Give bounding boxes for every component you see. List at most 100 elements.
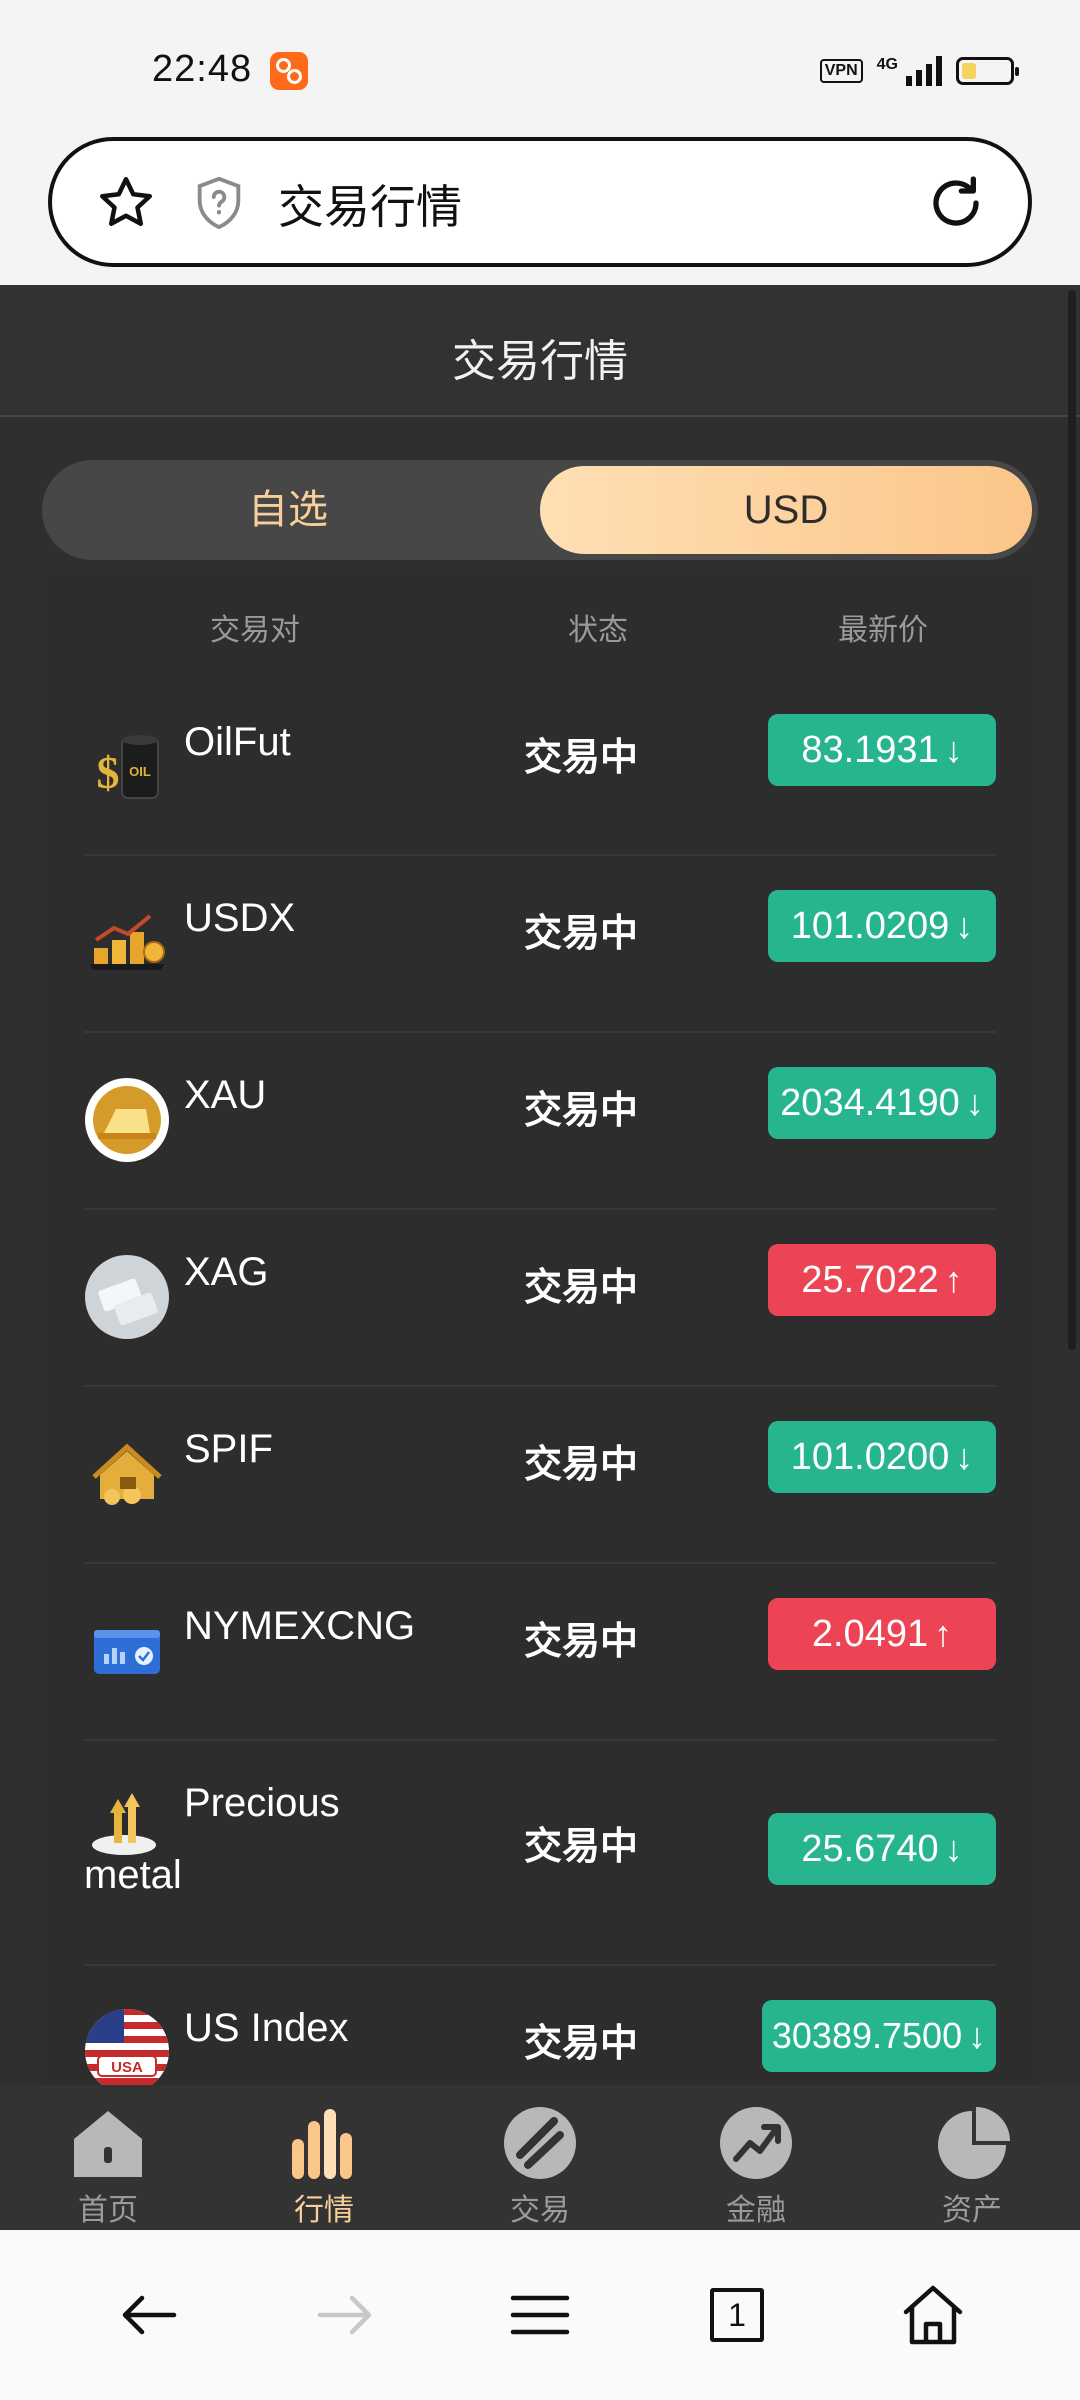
arrow-down-icon: ↓ xyxy=(955,1436,974,1477)
header-price: 最新价 xyxy=(838,614,928,647)
gold-house-icon xyxy=(92,1443,162,1505)
price-badge[interactable]: 25.6740 ↓ xyxy=(768,1813,996,1885)
nav-label: 资产 xyxy=(942,2194,1002,2227)
nav-market[interactable]: 行情 xyxy=(264,2103,384,2229)
tab-favorites[interactable]: 自选 xyxy=(48,466,528,554)
nav-trade[interactable]: 交易 xyxy=(480,2103,600,2229)
nav-label: 首页 xyxy=(78,2194,138,2227)
svg-text:USA: USA xyxy=(111,2059,143,2076)
address-bar[interactable]: 交易行情 xyxy=(48,137,1032,267)
monitor-icon xyxy=(94,1630,160,1674)
pair-status: 交易中 xyxy=(524,1621,639,1663)
price-badge[interactable]: 2.0491 ↑ xyxy=(768,1598,996,1670)
gold-icon xyxy=(85,1078,169,1162)
pair-name: OilFut xyxy=(184,720,291,764)
pair-name-line1: Precious xyxy=(184,1781,340,1825)
pair-name: XAG xyxy=(184,1250,269,1294)
nav-label: 交易 xyxy=(510,2194,570,2227)
browser-toolbar: 交易行情 xyxy=(0,135,1080,285)
signal-icon xyxy=(906,56,942,86)
tab-count: 1 xyxy=(710,2288,764,2342)
market-row[interactable]: NYMEXCNG 交易中 2.0491 ↑ xyxy=(84,1564,996,1741)
coin-stacks-icon xyxy=(90,914,165,970)
home-button-icon[interactable] xyxy=(898,2280,968,2350)
menu-icon[interactable] xyxy=(505,2280,575,2350)
forward-icon[interactable] xyxy=(310,2280,380,2350)
market-row[interactable]: Precious metal 交易中 25.6740 ↓ xyxy=(84,1741,996,1966)
oil-barrel-icon: OIL $ xyxy=(97,735,159,799)
market-bars-icon xyxy=(292,2109,352,2179)
price-value: 25.6740 xyxy=(801,1828,939,1870)
market-row[interactable]: SPIF 交易中 101.0200 ↓ xyxy=(84,1387,996,1564)
usa-flag-icon: USA xyxy=(85,2009,169,2085)
price-badge[interactable]: 2034.4190 ↓ xyxy=(768,1067,996,1139)
market-row[interactable]: OIL $ OilFut 交易中 83.1931 ↓ xyxy=(84,680,996,856)
status-indicators: VPN 4G xyxy=(819,56,1019,86)
market-row[interactable]: USDX 交易中 101.0209 ↓ xyxy=(84,856,996,1033)
price-badge[interactable]: 25.7022 ↑ xyxy=(768,1244,996,1316)
nav-finance[interactable]: 金融 xyxy=(696,2103,816,2229)
pair-name: US Index xyxy=(184,2006,349,2050)
arrow-down-icon: ↓ xyxy=(944,1828,963,1869)
price-value: 83.1931 xyxy=(801,729,939,771)
price-value: 2034.4190 xyxy=(780,1082,960,1124)
market-row[interactable]: XAG 交易中 25.7022 ↑ xyxy=(84,1210,996,1387)
price-value: 2.0491 xyxy=(811,1613,929,1655)
pair-name: NYMEXCNG xyxy=(184,1604,416,1648)
price-badge[interactable]: 83.1931 ↓ xyxy=(768,714,996,786)
nav-label: 金融 xyxy=(726,2194,786,2227)
svg-text:OIL: OIL xyxy=(129,764,151,779)
home-icon xyxy=(74,2111,142,2177)
tabs-button[interactable]: 1 xyxy=(702,2280,772,2350)
vpn-icon: VPN xyxy=(819,59,863,83)
page-header: 交易行情 xyxy=(0,285,1080,417)
pair-name: USDX xyxy=(184,896,296,940)
battery-icon xyxy=(956,57,1019,85)
back-icon[interactable] xyxy=(114,2280,184,2350)
price-value: 25.7022 xyxy=(801,1259,939,1301)
status-bar: 22:48 VPN 4G xyxy=(0,0,1080,135)
shield-question-icon[interactable] xyxy=(190,173,248,233)
arrow-up-icon: ↑ xyxy=(944,1259,963,1300)
app-bottom-nav: 首页 行情 交易 金融 资产 xyxy=(0,2085,1080,2230)
app-notification-icon xyxy=(270,52,308,90)
pair-status: 交易中 xyxy=(524,1090,639,1132)
market-row[interactable]: XAU 交易中 2034.4190 ↓ xyxy=(84,1033,996,1210)
market-row[interactable]: USA US Index 交易中 30389.7500 ↓ xyxy=(84,1966,996,2085)
silver-icon xyxy=(85,1255,169,1339)
svg-text:$: $ xyxy=(97,747,120,798)
system-nav-bar: 1 xyxy=(0,2230,1080,2400)
price-badge[interactable]: 30389.7500 ↓ xyxy=(762,2000,996,2072)
star-icon[interactable] xyxy=(96,173,156,233)
network-type: 4G xyxy=(876,56,898,73)
nav-home[interactable]: 首页 xyxy=(48,2103,168,2229)
arrow-up-icon: ↑ xyxy=(934,1613,953,1654)
header-status: 状态 xyxy=(568,614,628,647)
pair-status: 交易中 xyxy=(524,737,639,779)
price-badge[interactable]: 101.0200 ↓ xyxy=(768,1421,996,1493)
nav-assets[interactable]: 资产 xyxy=(912,2103,1032,2229)
list-header: 交易对 状态 最新价 xyxy=(42,570,1038,680)
scrollbar[interactable] xyxy=(1068,290,1076,1350)
reload-icon[interactable] xyxy=(924,171,988,235)
nav-label: 行情 xyxy=(294,2194,354,2227)
tab-usd[interactable]: USD xyxy=(540,466,1032,554)
pair-status: 交易中 xyxy=(524,913,639,955)
pair-name: SPIF xyxy=(184,1427,273,1471)
market-tabs: 自选 USD xyxy=(42,460,1038,560)
url-title[interactable]: 交易行情 xyxy=(278,171,462,237)
arrow-down-icon: ↓ xyxy=(955,905,974,946)
header-pair: 交易对 xyxy=(210,614,300,647)
pair-status: 交易中 xyxy=(524,1267,639,1309)
arrow-down-icon: ↓ xyxy=(965,1082,984,1123)
price-value: 30389.7500 xyxy=(771,2015,963,2056)
pair-status: 交易中 xyxy=(524,2023,639,2065)
pair-name-line2: metal xyxy=(84,1853,182,1897)
price-badge[interactable]: 101.0209 ↓ xyxy=(768,890,996,962)
trade-icon xyxy=(504,2107,576,2179)
status-time: 22:48 xyxy=(152,48,253,90)
pair-status: 交易中 xyxy=(524,1826,639,1868)
price-value: 101.0209 xyxy=(790,905,950,947)
finance-trend-icon xyxy=(720,2107,792,2179)
price-value: 101.0200 xyxy=(790,1436,950,1478)
